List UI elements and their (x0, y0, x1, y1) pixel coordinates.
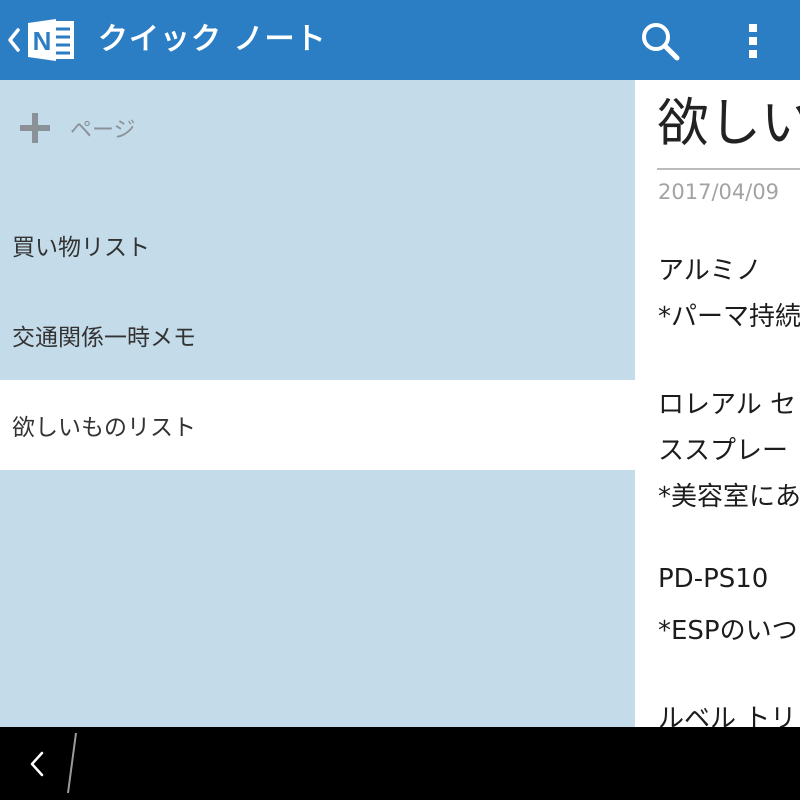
onenote-logo-icon[interactable]: N (26, 17, 78, 63)
search-icon[interactable] (638, 20, 682, 62)
note-line[interactable]: *ESPのいつ (658, 610, 798, 647)
note-content-pane[interactable]: 欲しい 2017/04/09 アルミノ *パーマ持続 ロレアル セ ススプレー … (635, 80, 800, 727)
system-nav-bar (0, 727, 800, 800)
page-list-panel: ページ 買い物リスト 交通関係一時メモ 欲しいものリスト (0, 80, 635, 727)
page-item-shopping-list[interactable]: 買い物リスト (0, 200, 635, 290)
note-date: 2017/04/09 (658, 180, 780, 204)
app-bar: N クイック ノート (0, 0, 800, 80)
title-divider (657, 168, 800, 170)
note-line[interactable]: ルベル トリ (658, 698, 796, 727)
note-line[interactable]: *美容室にあ (658, 476, 800, 513)
note-line[interactable]: アルミノ (658, 250, 762, 287)
page-item-transport-memo[interactable]: 交通関係一時メモ (0, 290, 635, 380)
page-item-wishlist[interactable]: 欲しいものリスト (0, 380, 635, 470)
note-line[interactable]: *パーマ持続 (658, 296, 800, 333)
plus-icon (20, 113, 50, 143)
page-item-label: 欲しいものリスト (12, 415, 196, 441)
note-line[interactable]: PD-PS10 (658, 564, 768, 594)
nav-separator (67, 732, 77, 794)
note-title[interactable]: 欲しい (657, 92, 800, 156)
back-chevron-icon[interactable] (6, 24, 22, 56)
note-line[interactable]: ロレアル セ (658, 384, 796, 421)
add-page-button[interactable]: ページ (18, 110, 136, 146)
svg-text:N: N (33, 26, 52, 56)
add-page-label: ページ (70, 118, 136, 143)
note-line[interactable]: ススプレー (658, 430, 788, 467)
page-item-label: 交通関係一時メモ (12, 325, 196, 351)
page-item-label: 買い物リスト (12, 235, 150, 261)
nav-back-icon[interactable] (26, 748, 48, 780)
app-title: クイック ノート (98, 22, 327, 57)
more-options-icon[interactable] (738, 18, 768, 62)
